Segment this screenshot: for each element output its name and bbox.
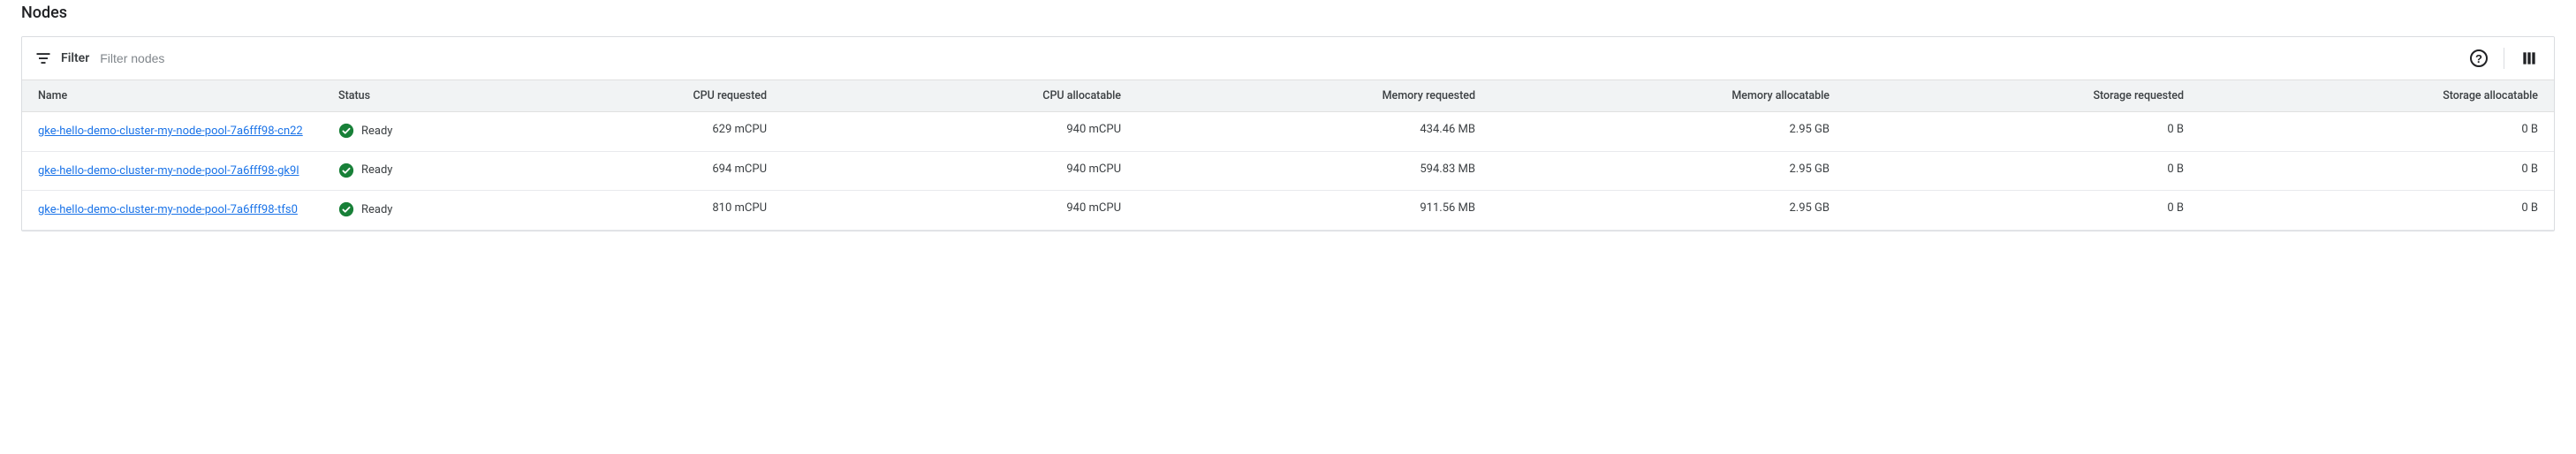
columns-button[interactable] bbox=[2517, 46, 2542, 71]
col-storage-requested[interactable]: Storage requested bbox=[1845, 80, 2200, 112]
col-cpu-allocatable[interactable]: CPU allocatable bbox=[783, 80, 1137, 112]
col-memory-allocatable[interactable]: Memory allocatable bbox=[1491, 80, 1845, 112]
cell-cpu-allocatable: 940 mCPU bbox=[783, 112, 1137, 152]
cell-storage-requested: 0 B bbox=[1845, 112, 2200, 152]
cell-memory-allocatable: 2.95 GB bbox=[1491, 191, 1845, 231]
cell-cpu-allocatable: 940 mCPU bbox=[783, 191, 1137, 231]
toolbar: Filter ? bbox=[22, 37, 2554, 79]
cell-cpu-requested: 694 mCPU bbox=[428, 151, 783, 191]
help-button[interactable]: ? bbox=[2466, 46, 2491, 71]
cell-storage-requested: 0 B bbox=[1845, 191, 2200, 231]
cell-memory-requested: 594.83 MB bbox=[1137, 151, 1491, 191]
cell-storage-allocatable: 0 B bbox=[2200, 112, 2554, 152]
status-ready-icon bbox=[338, 163, 354, 178]
table-row: gke-hello-demo-cluster-my-node-pool-7a6f… bbox=[22, 151, 2554, 191]
node-link[interactable]: gke-hello-demo-cluster-my-node-pool-7a6f… bbox=[38, 164, 299, 178]
cell-cpu-requested: 810 mCPU bbox=[428, 191, 783, 231]
col-status[interactable]: Status bbox=[322, 80, 428, 112]
table-row: gke-hello-demo-cluster-my-node-pool-7a6f… bbox=[22, 191, 2554, 231]
filter-label: Filter bbox=[61, 51, 89, 65]
table-header-row: Name Status CPU requested CPU allocatabl… bbox=[22, 80, 2554, 112]
filter-input[interactable] bbox=[100, 51, 1283, 65]
cell-memory-allocatable: 2.95 GB bbox=[1491, 151, 1845, 191]
cell-memory-requested: 434.46 MB bbox=[1137, 112, 1491, 152]
cell-memory-requested: 911.56 MB bbox=[1137, 191, 1491, 231]
cell-storage-allocatable: 0 B bbox=[2200, 191, 2554, 231]
col-storage-allocatable[interactable]: Storage allocatable bbox=[2200, 80, 2554, 112]
section-title: Nodes bbox=[21, 0, 2555, 36]
cell-storage-requested: 0 B bbox=[1845, 151, 2200, 191]
nodes-table: Name Status CPU requested CPU allocatabl… bbox=[22, 79, 2554, 231]
nodes-panel: Filter ? Name bbox=[21, 36, 2555, 231]
status-ready-icon bbox=[338, 201, 354, 217]
status-text: Ready bbox=[361, 163, 392, 177]
status-text: Ready bbox=[361, 203, 392, 216]
col-memory-requested[interactable]: Memory requested bbox=[1137, 80, 1491, 112]
col-cpu-requested[interactable]: CPU requested bbox=[428, 80, 783, 112]
columns-icon bbox=[2520, 49, 2538, 67]
cell-cpu-requested: 629 mCPU bbox=[428, 112, 783, 152]
cell-storage-allocatable: 0 B bbox=[2200, 151, 2554, 191]
status-text: Ready bbox=[361, 125, 392, 138]
help-icon: ? bbox=[2470, 49, 2488, 67]
cell-memory-allocatable: 2.95 GB bbox=[1491, 112, 1845, 152]
node-link[interactable]: gke-hello-demo-cluster-my-node-pool-7a6f… bbox=[38, 125, 303, 138]
filter-icon bbox=[34, 49, 52, 67]
status-ready-icon bbox=[338, 123, 354, 139]
table-row: gke-hello-demo-cluster-my-node-pool-7a6f… bbox=[22, 112, 2554, 152]
cell-cpu-allocatable: 940 mCPU bbox=[783, 151, 1137, 191]
col-name[interactable]: Name bbox=[22, 80, 322, 112]
node-link[interactable]: gke-hello-demo-cluster-my-node-pool-7a6f… bbox=[38, 203, 298, 216]
